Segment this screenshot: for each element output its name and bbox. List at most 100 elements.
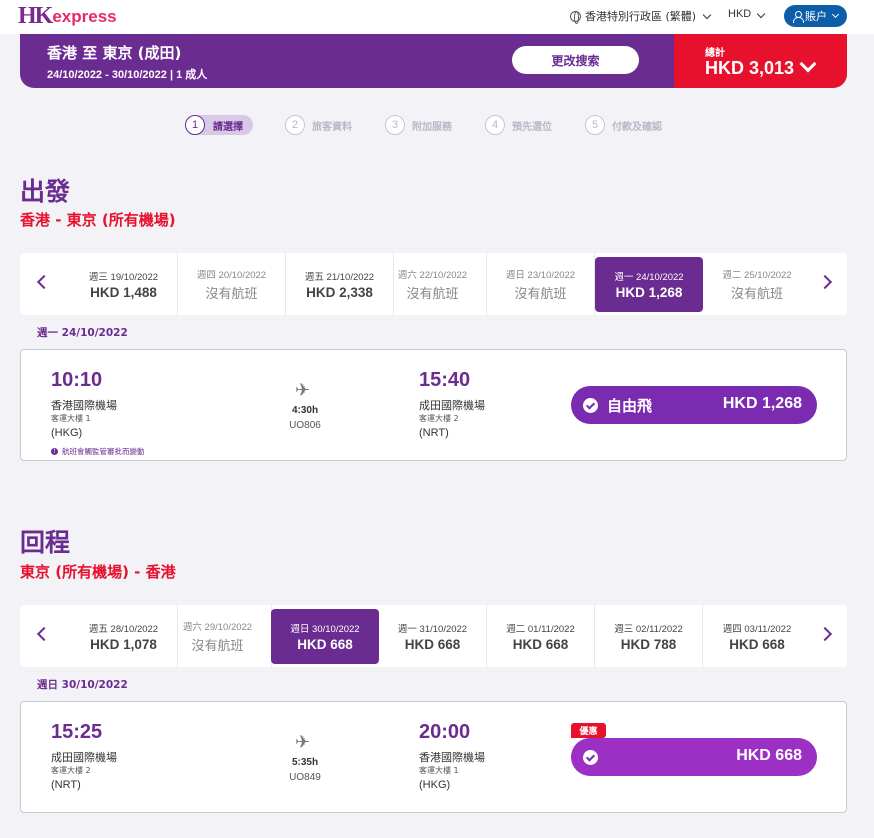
date-text: 週三 02/11/2022 <box>614 623 683 635</box>
inbound-date-cell[interactable]: 週三 02/11/2022 HKD 788 <box>595 605 703 667</box>
route-details: 24/10/2022 - 30/10/2022 | 1 成人 <box>47 69 208 81</box>
arrival-time: 15:40 <box>419 369 471 391</box>
inbound-date-cell[interactable]: 週五 28/10/2022 HKD 1,078 <box>70 605 178 667</box>
arrival-terminal: 客運大樓 2 <box>419 414 459 423</box>
outbound-date-cell[interactable]: 週日 23/10/2022 沒有航班 <box>487 253 595 315</box>
total-price-toggle[interactable]: 總計 HKD 3,013 <box>674 34 847 88</box>
date-price: HKD 1,078 <box>90 636 157 652</box>
departure-terminal: 客運大樓 2 <box>51 766 91 775</box>
outbound-date-cell[interactable]: 週四 20/10/2022 沒有航班 <box>178 253 286 315</box>
check-circle-icon <box>583 397 598 413</box>
note-text: 航班會觸監管審批而變動 <box>62 447 145 456</box>
currency-label: HKD <box>728 8 752 20</box>
date-price: 沒有航班 <box>514 286 567 302</box>
date-price: 沒有航班 <box>191 638 244 654</box>
departure-terminal: 客運大樓 1 <box>51 414 91 423</box>
inbound-date-strip: 週五 28/10/2022 HKD 1,078 週六 29/10/2022 沒有… <box>20 605 847 667</box>
chevron-down-icon <box>831 10 840 19</box>
arrival-code: (HKG) <box>419 779 451 791</box>
date-text: 週日 30/10/2022 <box>290 624 360 635</box>
outbound-date-cell[interactable]: 週五 21/10/2022 HKD 2,338 <box>286 253 394 315</box>
inbound-fare-button[interactable]: HKD 668 <box>571 738 817 776</box>
step-label: 請選擇 <box>213 121 243 133</box>
modify-search-button[interactable]: 更改搜索 <box>512 46 639 74</box>
outbound-date-cell[interactable]: 週六 22/10/2022 沒有航班 <box>379 253 487 315</box>
date-price: HKD 2,338 <box>306 284 373 300</box>
chevron-down-icon <box>702 10 712 19</box>
step-seat-selection: 4 預先選位 <box>485 115 552 135</box>
date-text: 週四 20/10/2022 <box>196 269 267 281</box>
flight-duration: 5:35h <box>291 757 319 768</box>
outbound-subtitle: 香港 - 東京 (所有機場) <box>20 211 176 229</box>
step-number: 3 <box>385 115 405 135</box>
date-text: 週日 23/10/2022 <box>505 269 576 281</box>
chevron-down-icon <box>799 55 817 73</box>
person-icon <box>793 11 804 23</box>
inbound-date-cell[interactable]: 週一 31/10/2022 HKD 668 <box>379 605 487 667</box>
region-selector[interactable]: 香港特別行政區 (繁體) <box>570 8 712 24</box>
outbound-flight-card: 10:10 香港國際機場 客運大樓 1 (HKG) ✈ 4:30h UO806 … <box>20 349 847 461</box>
arrival-airport: 香港國際機場 <box>419 751 485 764</box>
date-price: 沒有航班 <box>406 286 459 302</box>
chevron-down-icon <box>757 9 766 19</box>
arrival-terminal: 客運大樓 1 <box>419 766 459 775</box>
inbound-subtitle: 東京 (所有機場) - 香港 <box>20 563 176 581</box>
booking-summary-bar: 香港 至 東京 (成田) 24/10/2022 - 30/10/2022 | 1… <box>20 34 847 88</box>
fare-price: HKD 668 <box>736 747 802 764</box>
date-price: HKD 788 <box>620 636 677 652</box>
step-label: 附加服務 <box>412 121 452 133</box>
outbound-day-label: 週一 24/10/2022 <box>37 327 128 339</box>
date-text: 週六 29/10/2022 <box>182 621 253 633</box>
outbound-date-cell[interactable]: 週二 25/10/2022 沒有航班 <box>703 253 811 315</box>
date-text: 週五 21/10/2022 <box>304 271 375 283</box>
region-label: 香港特別行政區 (繁體) <box>585 10 697 23</box>
departure-code: (NRT) <box>51 779 81 791</box>
departure-time: 10:10 <box>51 369 103 391</box>
outbound-date-cell-selected[interactable]: 週一 24/10/2022 HKD 1,268 <box>595 257 703 312</box>
date-price: 沒有航班 <box>730 286 783 302</box>
date-text: 週三 19/10/2022 <box>88 271 159 283</box>
booking-steps: 1 請選擇 2 旅客資料 3 附加服務 4 預先選位 5 付款及確認 <box>185 115 695 135</box>
currency-selector[interactable]: HKD <box>728 8 766 20</box>
arrival-time: 20:00 <box>419 721 471 743</box>
inbound-date-cell-selected[interactable]: 週日 30/10/2022 HKD 668 <box>271 609 379 664</box>
date-text: 週五 28/10/2022 <box>88 623 159 635</box>
step-label: 付款及確認 <box>612 121 662 133</box>
promo-badge: 優惠 <box>571 723 606 738</box>
date-text: 週一 31/10/2022 <box>397 623 468 635</box>
info-icon: ! <box>51 448 58 455</box>
departure-airport: 香港國際機場 <box>51 399 117 412</box>
inbound-day-label: 週日 30/10/2022 <box>37 679 128 691</box>
step-select: 1 請選擇 <box>185 115 253 135</box>
outbound-fare-button[interactable]: 自由飛 HKD 1,268 <box>571 386 817 424</box>
inbound-date-cell[interactable]: 週二 01/11/2022 HKD 668 <box>487 605 595 667</box>
flight-number: UO806 <box>289 420 321 431</box>
inbound-flight-card: 15:25 成田國際機場 客運大樓 2 (NRT) ✈ 5:35h UO849 … <box>20 701 847 813</box>
next-dates-arrow-icon[interactable] <box>817 626 833 642</box>
date-text: 週六 22/10/2022 <box>397 269 468 281</box>
inbound-date-cell[interactable]: 週四 03/11/2022 HKD 668 <box>703 605 811 667</box>
departure-airport: 成田國際機場 <box>51 751 117 764</box>
arrival-code: (NRT) <box>419 427 449 439</box>
departure-code: (HKG) <box>51 427 83 439</box>
step-number: 1 <box>185 115 205 135</box>
prev-dates-arrow-icon[interactable] <box>36 626 52 642</box>
step-label: 預先選位 <box>512 121 552 133</box>
airplane-icon: ✈ <box>295 380 311 401</box>
step-passenger-info: 2 旅客資料 <box>285 115 352 135</box>
outbound-date-strip: 週三 19/10/2022 HKD 1,488 週四 20/10/2022 沒有… <box>20 253 847 315</box>
outbound-date-cell[interactable]: 週三 19/10/2022 HKD 1,488 <box>70 253 178 315</box>
step-number: 2 <box>285 115 305 135</box>
next-dates-arrow-icon[interactable] <box>817 274 833 290</box>
account-button[interactable]: 賬户 <box>784 5 847 27</box>
fare-name: 自由飛 <box>607 396 653 415</box>
step-payment: 5 付款及確認 <box>585 115 662 135</box>
date-text: 週二 25/10/2022 <box>722 269 792 281</box>
prev-dates-arrow-icon[interactable] <box>36 274 52 290</box>
hk-express-logo[interactable]: HK express <box>18 2 117 30</box>
airplane-icon: ✈ <box>295 732 311 753</box>
inbound-date-cell[interactable]: 週六 29/10/2022 沒有航班 <box>164 605 272 667</box>
date-text: 週一 24/10/2022 <box>614 272 684 283</box>
step-add-ons: 3 附加服務 <box>385 115 452 135</box>
step-number: 5 <box>585 115 605 135</box>
